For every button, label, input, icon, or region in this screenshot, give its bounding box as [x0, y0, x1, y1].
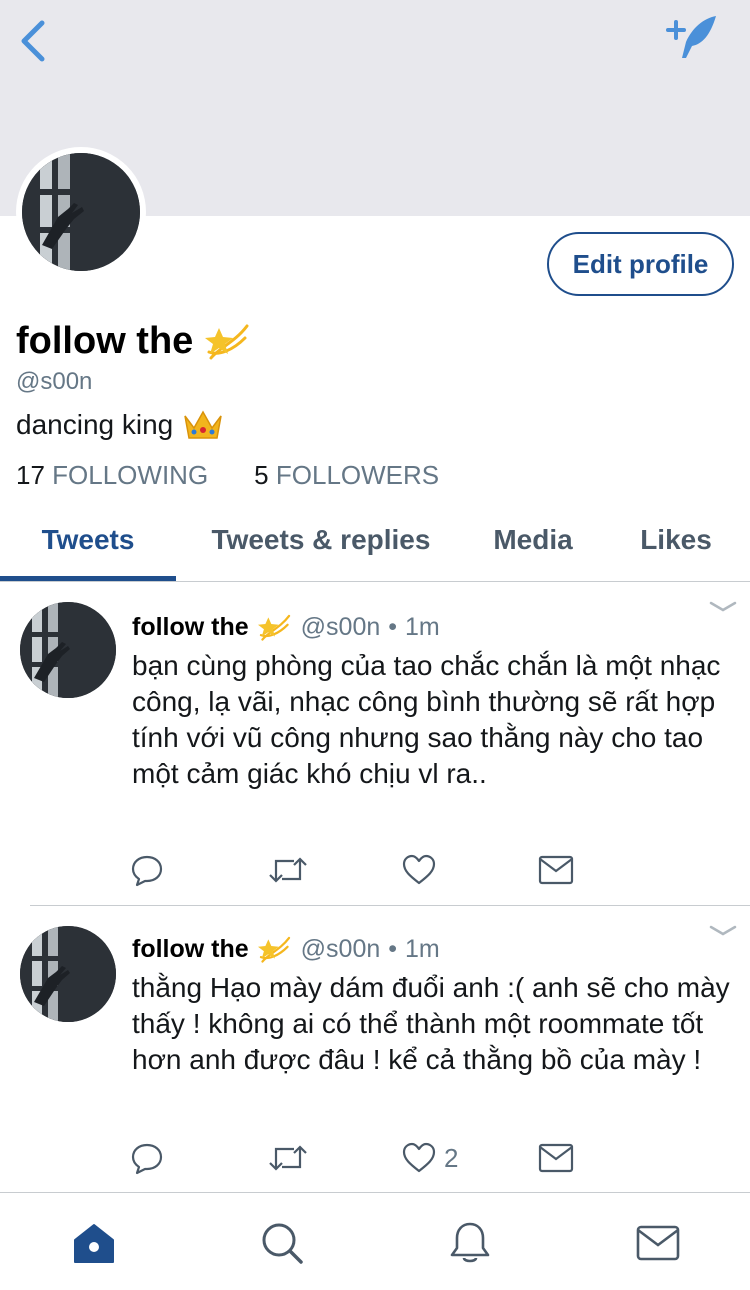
- followers-count: 5: [254, 460, 269, 490]
- tweet-header: follow the @s00n • 1m: [132, 932, 440, 966]
- reply-button[interactable]: [130, 850, 164, 890]
- profile-avatar[interactable]: [16, 147, 146, 277]
- tweet-author-name[interactable]: follow the: [132, 935, 249, 964]
- tweet-author-name[interactable]: follow the: [132, 613, 249, 642]
- like-button[interactable]: [402, 850, 444, 890]
- bottom-tab-bar: [0, 1192, 750, 1290]
- active-tab-indicator: [0, 576, 176, 581]
- home-icon: [74, 1224, 114, 1263]
- retweet-icon: [269, 857, 307, 883]
- reply-icon: [131, 1143, 163, 1175]
- profile-stats: 17 FOLLOWING 5 FOLLOWERS: [16, 460, 439, 491]
- retweet-button[interactable]: [268, 850, 308, 890]
- tweet-timestamp: 1m: [405, 934, 440, 963]
- envelope-icon: [538, 1143, 574, 1173]
- tab-search[interactable]: [258, 1219, 306, 1267]
- dizzy-star-emoji: [257, 614, 290, 641]
- tweet-item[interactable]: follow the @s00n • 1m thằng Hạo mày dám …: [0, 906, 750, 1192]
- chevron-down-icon: [709, 925, 737, 936]
- tweet-actions: [130, 850, 590, 890]
- followers-label: FOLLOWERS: [275, 460, 440, 490]
- dizzy-star-emoji: [257, 936, 290, 963]
- bell-icon: [450, 1222, 490, 1263]
- reply-icon: [131, 855, 163, 887]
- heart-icon: [402, 854, 436, 885]
- profile-bio: dancing king: [16, 408, 223, 442]
- direct-message-button[interactable]: [538, 850, 574, 890]
- compose-tweet-icon: [666, 16, 716, 58]
- tweet-separator: •: [388, 934, 398, 963]
- tweet-author-handle: @s00n: [300, 934, 381, 963]
- tweet-menu-button[interactable]: [708, 600, 738, 620]
- envelope-icon: [538, 855, 574, 885]
- retweet-icon: [269, 1145, 307, 1171]
- following-stat[interactable]: 17 FOLLOWING: [16, 460, 208, 491]
- tab-media[interactable]: Media: [470, 500, 596, 580]
- tweet-timestamp: 1m: [405, 612, 440, 641]
- tweet-text: bạn cùng phòng của tao chắc chắn là một …: [132, 650, 721, 789]
- profile-handle: @s00n: [16, 368, 93, 395]
- tweet-item[interactable]: follow the @s00n • 1m bạn cùng phòng của…: [0, 582, 750, 906]
- profile-tabs: Tweets Tweets & replies Media Likes: [0, 500, 750, 582]
- tab-tweets-replies[interactable]: Tweets & replies: [188, 500, 454, 580]
- avatar-image: [22, 153, 140, 271]
- like-button[interactable]: 2: [402, 1138, 458, 1178]
- retweet-button[interactable]: [268, 1138, 308, 1178]
- like-count: 2: [444, 1142, 459, 1173]
- followers-stat[interactable]: 5 FOLLOWERS: [254, 460, 439, 491]
- tweet-menu-button[interactable]: [708, 924, 738, 944]
- tweet-header: follow the @s00n • 1m: [132, 610, 440, 644]
- tweet-separator: •: [388, 612, 398, 641]
- crown-emoji: [184, 410, 222, 439]
- bio-text: dancing king: [16, 409, 174, 440]
- tweet-text: thằng Hạo mày dám đuổi anh :( anh sẽ cho…: [132, 972, 730, 1075]
- edit-profile-button[interactable]: Edit profile: [547, 232, 734, 296]
- dizzy-star-emoji: [205, 324, 249, 360]
- following-label: FOLLOWING: [52, 460, 209, 490]
- tab-messages[interactable]: [634, 1219, 682, 1267]
- direct-message-button[interactable]: [538, 1138, 574, 1178]
- back-button[interactable]: [12, 18, 52, 64]
- chevron-left-icon: [21, 20, 45, 62]
- tweet-actions: 2: [130, 1138, 590, 1178]
- envelope-icon: [636, 1225, 680, 1261]
- tab-notifications[interactable]: [446, 1219, 494, 1267]
- compose-tweet-button[interactable]: [664, 12, 722, 64]
- tab-home[interactable]: [70, 1219, 118, 1267]
- heart-icon: [402, 1142, 436, 1173]
- tweet-avatar[interactable]: [20, 602, 116, 698]
- tweet-author-handle: @s00n: [300, 612, 381, 641]
- search-icon: [262, 1223, 303, 1264]
- tweet-avatar[interactable]: [20, 926, 116, 1022]
- display-name-text: follow the: [16, 319, 194, 362]
- display-name: follow the: [16, 318, 251, 364]
- reply-button[interactable]: [130, 1138, 164, 1178]
- tab-tweets[interactable]: Tweets: [0, 500, 176, 580]
- tab-likes[interactable]: Likes: [612, 500, 740, 580]
- chevron-down-icon: [709, 601, 737, 612]
- following-count: 17: [16, 460, 45, 490]
